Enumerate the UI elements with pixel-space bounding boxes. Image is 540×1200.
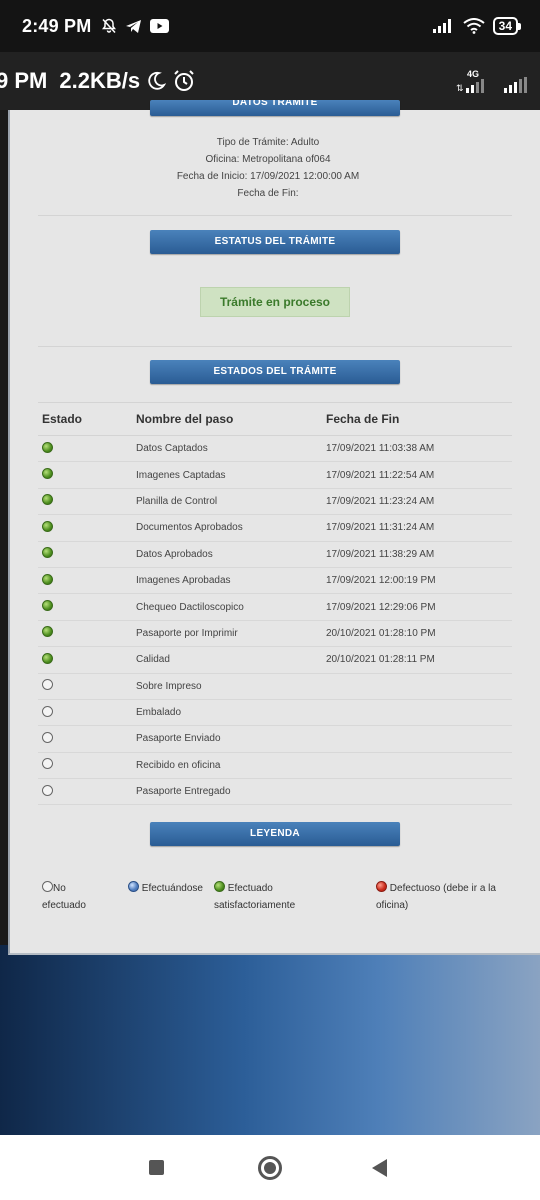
clock: 2:49 PM [22,15,92,36]
table-row: Planilla de Control 17/09/2021 11:23:24 A… [38,489,512,516]
cell-signal-2-icon [504,77,527,93]
in-progress-circle-icon [128,881,139,892]
empty-circle-icon [42,731,53,743]
legend-efectuado: Efectuado satisfactoriamente [214,881,296,911]
legend-efectuandose: Efectuándose [128,880,203,897]
column-header-nombre: Nombre del paso [136,412,234,426]
wifi-icon [463,18,485,34]
cell-signal-icon [432,19,451,33]
moon-icon [148,71,167,90]
green-check-circle-icon [42,494,53,506]
page-background [0,945,540,1135]
step-name: Imagenes Captadas [136,469,226,481]
navigation-bar [0,1135,540,1200]
empty-circle-icon [42,679,53,691]
estados-table: Estado Nombre del paso Fecha de Fin Dato… [38,402,512,806]
overlay-time: 9 PM [0,68,48,93]
table-row: Pasaporte por Imprimir 20/10/2021 01:28:1… [38,621,512,648]
table-row: Chequeo Dactiloscopico 17/09/2021 12:29:0… [38,594,512,621]
step-name: Chequeo Dactiloscopico [136,601,244,613]
table-row: Imagenes Aprobadas 17/09/2021 12:00:19 PM [38,568,512,595]
empty-circle-icon [42,705,53,717]
alarm-icon [174,70,194,91]
empty-circle-icon [42,881,53,892]
green-check-circle-icon [42,468,53,480]
empty-circle-icon [42,758,53,770]
step-name: Datos Captados [136,443,208,455]
divider [38,346,512,347]
green-check-circle-icon [214,881,225,892]
green-check-circle-icon [42,600,53,612]
table-row: Pasaporte Entregado [38,779,512,806]
green-check-circle-icon [42,520,53,532]
system-status-bar: 2:49 PM 34 [0,0,540,52]
estados-tramite-header: ESTADOS DEL TRÁMITE [150,360,400,384]
telegram-icon [126,19,142,33]
green-check-circle-icon [42,441,53,453]
step-date: 20/10/2021 01:28:11 PM [326,654,435,666]
table-row: Datos Aprobados 17/09/2021 11:38:29 AM [38,542,512,568]
column-header-fecha: Fecha de Fin [326,412,400,426]
datos-tramite-header: DATOS TRÁMITE [150,100,400,116]
step-name: Datos Aprobados [136,548,213,560]
column-header-estado: Estado [42,412,83,426]
status-badge: Trámite en proceso [200,287,350,317]
estatus-tramite-header: ESTATUS DEL TRÁMITE [150,230,400,254]
green-check-circle-icon [42,547,53,559]
step-date: 17/09/2021 11:23:24 AM [326,495,435,507]
table-row: Pasaporte Enviado [38,726,512,753]
fecha-fin: Fecha de Fin: [237,188,299,199]
step-date: 17/09/2021 12:29:06 PM [326,601,436,613]
tipo-tramite: Tipo de Trámite: Adulto [216,137,320,148]
youtube-icon [150,19,170,33]
table-row: Datos Captados 17/09/2021 11:03:38 AM [38,436,512,463]
network-speed: 2.2KB/s [59,68,141,93]
table-row: Documentos Aprobados 17/09/2021 11:31:24 … [38,515,512,542]
back-button[interactable] [372,1159,387,1177]
fecha-inicio: Fecha de Inicio: 17/09/2021 12:00:00 AM [176,171,360,182]
leyenda-header: LEYENDA [150,822,400,846]
step-name: Embalado [136,707,182,719]
table-row: Embalado [38,700,512,727]
step-name: Imagenes Aprobadas [136,575,231,587]
recents-button[interactable] [149,1160,164,1175]
red-error-circle-icon [376,881,387,892]
cell-signal-4g-icon: ⇅ [456,79,484,93]
tramite-info: Tipo de Trámite: Adulto Oficina: Metropo… [10,134,526,202]
step-date: 17/09/2021 11:22:54 AM [326,469,435,481]
legend-defectuoso: Defectuoso (debe ir a la oficina) [376,881,496,911]
green-check-circle-icon [42,573,53,585]
battery-indicator: 34 [492,17,522,35]
network-type-label: 4G ⇅ [456,69,490,93]
step-name: Recibido en oficina [136,759,221,771]
step-name: Pasaporte por Imprimir [136,627,238,639]
step-name: Documentos Aprobados [136,522,243,534]
step-date: 17/09/2021 11:03:38 AM [326,443,435,455]
step-date: 17/09/2021 11:31:24 AM [326,522,435,534]
step-name: Planilla de Control [136,495,218,507]
green-check-circle-icon [42,626,53,638]
table-row: Imagenes Captadas 17/09/2021 11:22:54 AM [38,462,512,489]
home-button[interactable] [258,1156,282,1180]
legend-no-efectuado: No efectuado [42,881,86,911]
bell-off-icon [102,18,117,34]
step-date: 17/09/2021 12:00:19 PM [326,575,436,587]
step-name: Pasaporte Entregado [136,786,231,798]
tramite-card: DATOS TRÁMITE Tipo de Trámite: Adulto Of… [8,100,540,955]
divider [38,215,512,216]
green-check-circle-icon [42,652,53,664]
table-header: Estado Nombre del paso Fecha de Fin [38,402,512,436]
step-name: Sobre Impreso [136,680,202,692]
table-row: Calidad 20/10/2021 01:28:11 PM [38,647,512,674]
step-date: 17/09/2021 11:38:29 AM [326,548,435,560]
table-body: Datos Captados 17/09/2021 11:03:38 AM Imag… [38,436,512,806]
oficina: Oficina: Metropolitana of064 [205,154,331,165]
svg-text:⇅: ⇅ [456,83,464,93]
empty-circle-icon [42,784,53,796]
step-date: 20/10/2021 01:28:10 PM [326,627,436,639]
table-row: Recibido en oficina [38,753,512,780]
step-name: Pasaporte Enviado [136,733,221,745]
step-name: Calidad [136,654,170,666]
table-row: Sobre Impreso [38,674,512,700]
